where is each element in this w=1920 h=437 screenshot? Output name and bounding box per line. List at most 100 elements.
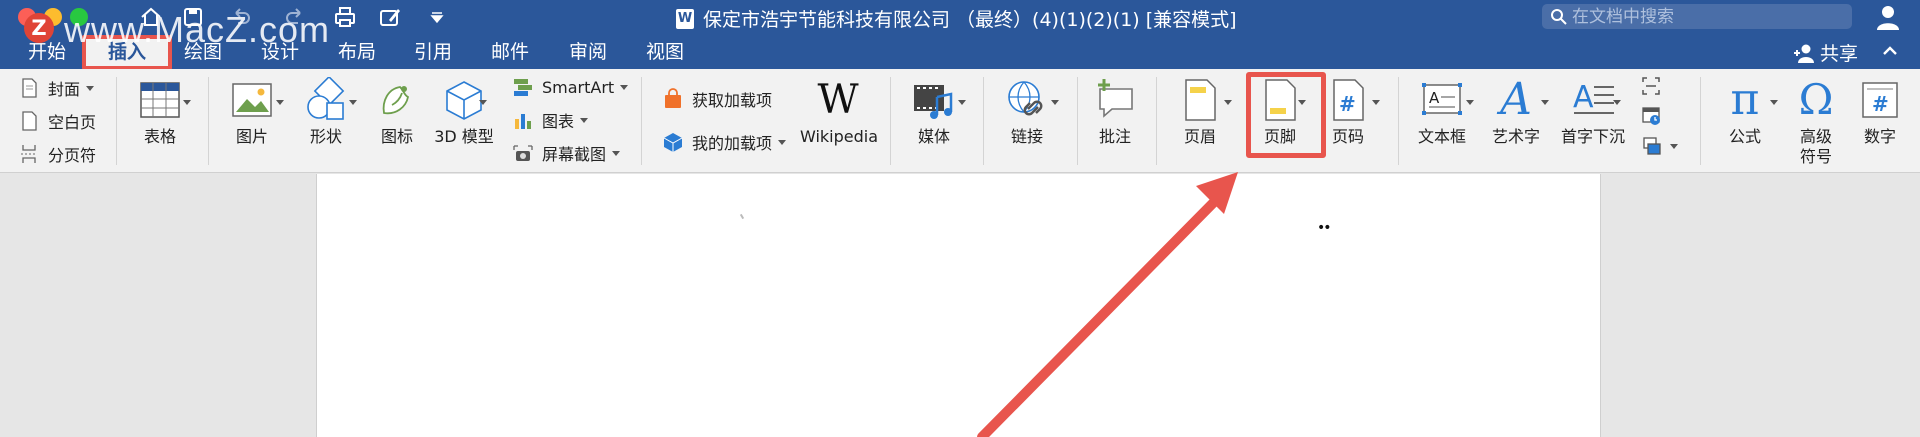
- document-page[interactable]: ••: [316, 174, 1601, 437]
- pictures-button[interactable]: 图片: [224, 77, 280, 147]
- symbol-button[interactable]: Ω 高级 符号: [1788, 77, 1844, 167]
- camera-icon: [513, 145, 533, 161]
- equation-dropdown-chevron-down-icon[interactable]: [1770, 100, 1778, 105]
- account-icon[interactable]: [1874, 3, 1902, 31]
- page-number-dropdown-chevron-down-icon[interactable]: [1372, 100, 1380, 105]
- document-dots: ••: [1317, 220, 1331, 236]
- ribbon-separator: [641, 77, 642, 165]
- page-break-button[interactable]: 分页符: [18, 141, 96, 167]
- shapes-dropdown-chevron-down-icon[interactable]: [349, 100, 357, 105]
- number-icon: #: [1862, 82, 1898, 118]
- store-bag-icon: [665, 88, 681, 108]
- collapse-ribbon-button[interactable]: [1880, 41, 1900, 61]
- tab-home[interactable]: 开始: [28, 39, 66, 67]
- object-button[interactable]: [1640, 133, 1678, 159]
- textbox-button[interactable]: A 文本框: [1414, 77, 1470, 147]
- print-icon[interactable]: [332, 4, 358, 30]
- table-dropdown-chevron-down-icon[interactable]: [183, 100, 191, 105]
- footer-button[interactable]: 页脚: [1252, 77, 1308, 147]
- get-addins-button[interactable]: 获取加载项: [662, 86, 772, 112]
- smartart-icon: [514, 79, 532, 96]
- blank-page-button[interactable]: 空白页: [18, 108, 96, 134]
- blank-page-label: 空白页: [48, 113, 97, 132]
- chevron-down-icon: [1670, 143, 1678, 149]
- icons-label: 图标: [380, 127, 413, 146]
- header-dropdown-chevron-down-icon[interactable]: [1224, 100, 1232, 105]
- icons-button[interactable]: 图标: [372, 77, 422, 147]
- search-box[interactable]: [1542, 4, 1852, 29]
- calendar-clock-icon: [1642, 107, 1660, 125]
- number-button[interactable]: # 数字: [1852, 77, 1908, 147]
- pi-icon: π: [1730, 74, 1760, 125]
- smartart-label: SmartArt: [542, 77, 615, 97]
- blank-page-icon: [22, 111, 37, 131]
- number-label: 数字: [1863, 127, 1896, 146]
- media-button[interactable]: 媒体: [906, 77, 962, 147]
- tab-review[interactable]: 审阅: [569, 39, 607, 67]
- get-addins-label: 获取加载项: [692, 91, 773, 110]
- page-break-icon: [21, 145, 37, 163]
- wikipedia-button[interactable]: W Wikipedia: [800, 77, 879, 147]
- pictures-dropdown-chevron-down-icon[interactable]: [276, 100, 284, 105]
- omega-icon: Ω: [1798, 75, 1834, 124]
- wordart-dropdown-chevron-down-icon[interactable]: [1541, 100, 1549, 105]
- signature-line-button[interactable]: [1640, 73, 1662, 99]
- cover-page-button[interactable]: 封面: [18, 75, 95, 101]
- drop-cap-icon: A: [1573, 80, 1614, 115]
- watermark-text: www.MacZ.com: [64, 9, 331, 50]
- search-input[interactable]: [1572, 6, 1832, 27]
- my-addins-button[interactable]: 我的加载项: [662, 129, 787, 155]
- tab-view[interactable]: 视图: [646, 39, 684, 67]
- svg-text:#: #: [1339, 92, 1356, 116]
- footer-dropdown-chevron-down-icon[interactable]: [1298, 100, 1306, 105]
- wordart-icon: A: [1500, 74, 1532, 125]
- ribbon-separator: [208, 77, 209, 165]
- title-bar: Z www.MacZ.com W 保定市浩宇节能科技有限公司 （最终）(4)(1…: [0, 0, 1920, 50]
- 3d-models-dropdown-chevron-down-icon[interactable]: [479, 100, 487, 105]
- table-button[interactable]: 表格: [132, 77, 188, 147]
- addins-cube-icon: [663, 133, 683, 152]
- share-button[interactable]: 共享: [1792, 39, 1858, 66]
- drop-cap-dropdown-chevron-down-icon[interactable]: [1613, 100, 1621, 105]
- wikipedia-label: Wikipedia: [800, 127, 879, 146]
- tab-layout[interactable]: 布局: [338, 39, 376, 67]
- 3d-models-button[interactable]: 3D 模型: [432, 77, 496, 147]
- word-doc-icon: W: [676, 8, 694, 29]
- table-icon: [140, 82, 180, 118]
- edit-icon[interactable]: [377, 4, 403, 30]
- shapes-button[interactable]: 形状: [298, 75, 354, 147]
- cover-page-icon: [22, 78, 37, 98]
- equation-button[interactable]: π 公式: [1716, 77, 1774, 147]
- link-button[interactable]: 链接: [999, 77, 1055, 147]
- svg-text:A: A: [1429, 89, 1440, 107]
- screenshot-button[interactable]: 屏幕截图: [512, 140, 621, 166]
- textbox-dropdown-chevron-down-icon[interactable]: [1466, 100, 1474, 105]
- link-icon: [1008, 81, 1043, 116]
- document-canvas[interactable]: ••: [0, 174, 1920, 437]
- object-icon: [1643, 137, 1661, 155]
- search-icon: [1551, 8, 1567, 25]
- 3d-models-label: 3D 模型: [434, 127, 494, 146]
- chart-button[interactable]: 图表: [512, 107, 589, 133]
- chevron-down-icon: [620, 84, 629, 90]
- shapes-icon: [307, 75, 345, 120]
- tab-mailings[interactable]: 邮件: [491, 39, 529, 67]
- smartart-button[interactable]: SmartArt: [512, 74, 629, 100]
- chevron-down-icon: [86, 85, 95, 91]
- media-dropdown-chevron-down-icon[interactable]: [958, 100, 966, 105]
- header-button[interactable]: 页眉: [1172, 77, 1228, 147]
- media-icon: [914, 85, 953, 119]
- comment-button[interactable]: 批注: [1090, 77, 1140, 147]
- ribbon-separator: [1398, 77, 1399, 165]
- document-title-text: 保定市浩宇节能科技有限公司 （最终）(4)(1)(2)(1) [兼容模式]: [703, 9, 1237, 31]
- symbol-label-line2: 符号: [1799, 147, 1832, 166]
- wordart-button[interactable]: A 艺术字: [1488, 77, 1544, 147]
- link-dropdown-chevron-down-icon[interactable]: [1051, 100, 1059, 105]
- symbol-label-line1: 高级: [1799, 127, 1832, 146]
- page-number-icon: #: [1333, 79, 1364, 121]
- tab-references[interactable]: 引用: [414, 39, 452, 67]
- drop-cap-button[interactable]: A 首字下沉: [1558, 77, 1628, 147]
- customize-toolbar-icon[interactable]: [424, 4, 450, 30]
- date-time-button[interactable]: [1640, 103, 1662, 129]
- page-number-button[interactable]: # 页码: [1320, 77, 1376, 147]
